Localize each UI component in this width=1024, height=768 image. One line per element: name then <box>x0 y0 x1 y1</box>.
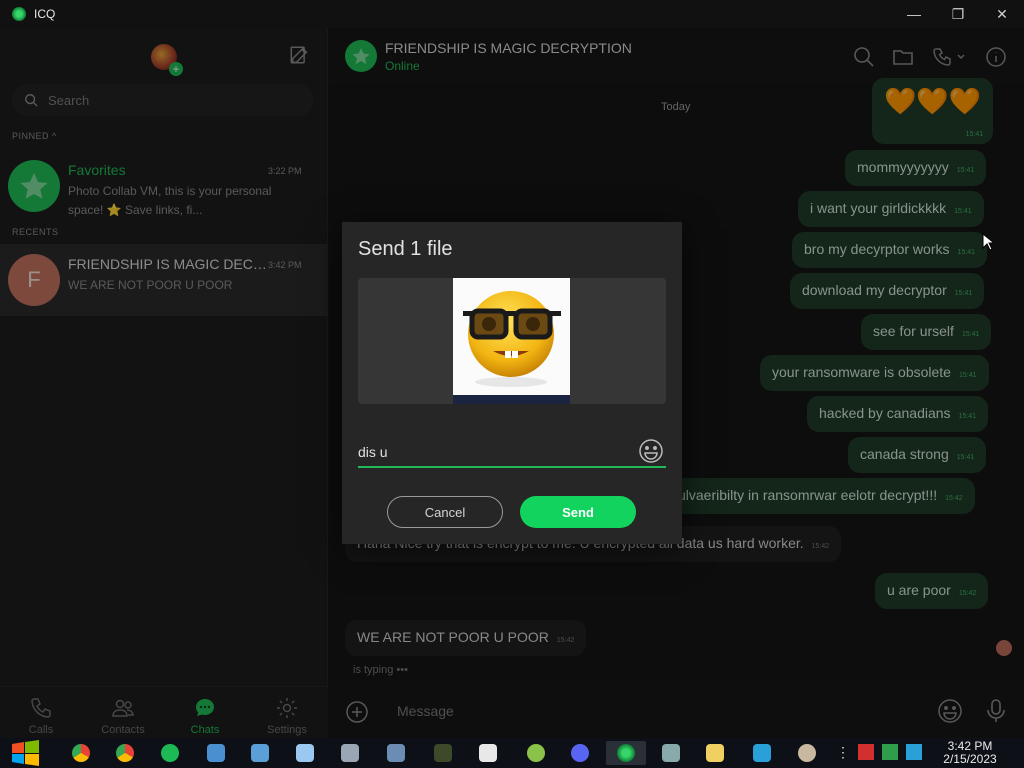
cancel-button[interactable]: Cancel <box>387 496 503 528</box>
file-preview <box>358 278 666 404</box>
taskbar-spotify[interactable] <box>150 741 190 765</box>
title-bar: ICQ — ❐ ✕ <box>0 0 1024 28</box>
send-button[interactable]: Send <box>520 496 636 528</box>
taskbar-app-7[interactable] <box>330 741 370 765</box>
document-icon <box>479 744 497 762</box>
taskbar-app-4[interactable] <box>196 741 236 765</box>
spotify-icon <box>161 744 179 762</box>
app-icon <box>527 744 545 762</box>
clock-date: 2/15/2023 <box>943 752 997 766</box>
taskbar-app-17[interactable] <box>787 741 827 765</box>
windows-start-icon[interactable] <box>10 740 42 766</box>
taskbar-app-16[interactable] <box>742 741 782 765</box>
dialog-title: Send 1 file <box>358 238 453 260</box>
window-title: ICQ <box>34 7 56 21</box>
taskbar-app-11[interactable] <box>516 741 556 765</box>
app-icon <box>753 744 771 762</box>
app-icon <box>798 744 816 762</box>
close-button[interactable]: ✕ <box>980 0 1024 28</box>
emoji-icon[interactable] <box>638 438 664 464</box>
monitor-icon <box>662 744 680 762</box>
discord-icon <box>571 744 589 762</box>
printer-icon <box>341 744 359 762</box>
app-icon <box>434 744 452 762</box>
people-icon <box>251 744 269 762</box>
taskbar-discord[interactable] <box>560 741 600 765</box>
minimize-button[interactable]: — <box>892 0 936 28</box>
network-icon[interactable] <box>882 744 898 760</box>
icq-icon <box>617 744 635 762</box>
folder-icon <box>706 744 724 762</box>
icq-window: ICQ — ❐ ✕ + PINNED ^ Favorites 3:22 PM P… <box>0 0 1024 738</box>
nerd-emoji-image <box>453 278 570 404</box>
overflow-menu-icon[interactable]: ⋮ <box>835 744 851 760</box>
caption-input[interactable] <box>358 440 628 464</box>
taskbar-chrome-1[interactable] <box>61 741 101 765</box>
taskbar-app-14[interactable] <box>651 741 691 765</box>
people-icon <box>207 744 225 762</box>
taskbar-app-10[interactable] <box>468 741 508 765</box>
restore-button[interactable]: ❐ <box>936 0 980 28</box>
taskbar-app-6[interactable] <box>285 741 325 765</box>
chrome-icon <box>116 744 134 762</box>
mouse-cursor-icon <box>982 233 994 251</box>
flag-icon[interactable] <box>858 744 874 760</box>
caption-field[interactable] <box>358 436 666 468</box>
taskbar: ⋮ 3:42 PM 2/15/2023 <box>0 738 1024 768</box>
taskbar-chrome-2[interactable] <box>105 741 145 765</box>
send-file-dialog: Send 1 file dis u Cancel Send <box>342 222 682 544</box>
chrome-icon <box>72 744 90 762</box>
taskbar-app-9[interactable] <box>423 741 463 765</box>
taskbar-app-8[interactable] <box>376 741 416 765</box>
taskbar-app-15[interactable] <box>695 741 735 765</box>
icq-logo-icon <box>12 7 26 21</box>
taskbar-icq[interactable] <box>606 741 646 765</box>
volume-icon[interactable] <box>906 744 922 760</box>
app-icon <box>296 744 314 762</box>
window-icon <box>387 744 405 762</box>
taskbar-clock[interactable]: 3:42 PM 2/15/2023 <box>934 740 1006 766</box>
taskbar-app-5[interactable] <box>240 741 280 765</box>
